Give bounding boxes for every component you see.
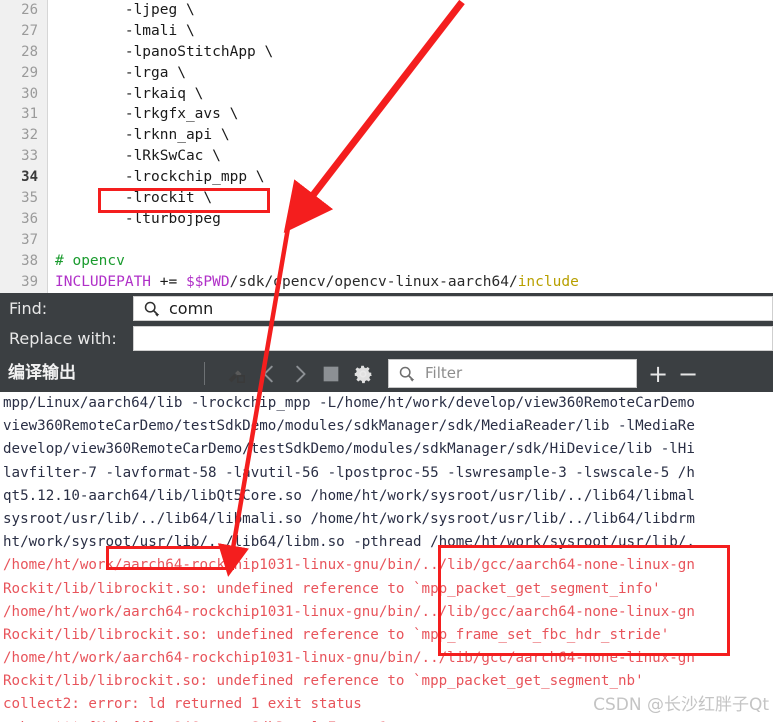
line-number: 28: [21, 43, 38, 60]
chevron-right-icon[interactable]: [289, 363, 311, 385]
code-line[interactable]: 29 -lrga \: [0, 63, 773, 84]
find-replace-bar[interactable]: Find: comn Replace with:: [0, 293, 773, 355]
chevron-left-icon[interactable]: [258, 363, 280, 385]
annotation-box-symbols: [438, 545, 730, 656]
console-line: view360RemoteCarDemo/testSdkDemo/modules…: [3, 418, 695, 435]
replace-input[interactable]: [133, 326, 773, 351]
code-lines[interactable]: 26 -ljpeg \ 27 -lmali \ 28 -lpanoStitchApp…: [0, 0, 773, 293]
code-editor[interactable]: 26 -ljpeg \ 27 -lmali \ 28 -lpanoStitchApp…: [0, 0, 773, 293]
gear-icon[interactable]: [352, 363, 374, 385]
find-row: Find: comn: [0, 294, 773, 323]
code-line[interactable]: 33 -lRkSwCac \: [0, 146, 773, 167]
csdn-watermark: CSDN @长沙红胖子Qt: [593, 695, 769, 715]
console-line: lavfilter-7 -lavformat-58 -lavutil-56 -l…: [3, 464, 695, 481]
code-line-text: -lrkaiq \: [55, 85, 204, 102]
line-number: 33: [21, 148, 38, 165]
find-input[interactable]: comn: [133, 296, 773, 321]
code-line-text: -lpanoStitchApp \: [55, 43, 274, 60]
console-line: mpp/Linux/aarch64/lib -lrockchip_mpp -L/…: [3, 395, 695, 411]
line-number: 29: [21, 64, 38, 81]
code-line[interactable]: 34 -lrockchip_mpp \: [0, 167, 773, 188]
line-number: 30: [21, 85, 38, 102]
code-line-text: -lrockchip_mpp \: [55, 169, 265, 186]
console-line: sysroot/usr/lib/../lib64/libmali.so /hom…: [3, 510, 695, 527]
code-line[interactable]: 27 -lmali \: [0, 21, 773, 42]
code-line-text: -lrknn_api \: [55, 127, 230, 144]
code-line-text: -ljpeg \: [55, 2, 195, 18]
replace-label: Replace with:: [9, 329, 117, 348]
clear-pane-icon[interactable]: [225, 363, 247, 385]
code-line[interactable]: 28 -lpanoStitchApp \: [0, 42, 773, 63]
code-line[interactable]: 26 -ljpeg \: [0, 0, 773, 21]
code-line-text: -lmali \: [55, 22, 195, 39]
line-number: 27: [21, 22, 38, 39]
code-line-text: -lrkgfx_avs \: [55, 106, 239, 123]
line-number: 38: [21, 252, 38, 269]
replace-row: Replace with:: [0, 324, 773, 353]
line-number: 32: [21, 127, 38, 144]
line-number: 39: [21, 273, 38, 290]
line-number: 34: [21, 169, 38, 186]
search-icon: [399, 366, 415, 382]
annotation-box-librockit: [106, 546, 234, 570]
console-line: qt5.12.10-aarch64/lib/libQt5Core.so /hom…: [3, 487, 695, 504]
code-line-text: -lRkSwCac \: [55, 148, 221, 165]
screenshot-root: 26 -ljpeg \ 27 -lmali \ 28 -lpanoStitchApp…: [0, 0, 773, 722]
find-label: Find:: [9, 299, 48, 318]
code-line[interactable]: 37: [0, 230, 773, 251]
filter-input[interactable]: Filter: [388, 359, 637, 388]
code-line[interactable]: 31 -lrkgfx_avs \: [0, 104, 773, 125]
console-line: make: *** [Makefile:246: testSdkDemo] Er…: [0, 717, 773, 722]
line-number: 31: [21, 106, 38, 123]
panel-title: 编译输出: [8, 363, 76, 383]
line-number: 35: [21, 190, 38, 207]
code-line[interactable]: 30 -lrkaiq \: [0, 84, 773, 105]
filter-placeholder: Filter: [425, 364, 463, 382]
line-number: 36: [21, 210, 38, 227]
code-line-text: # opencv: [55, 252, 125, 269]
code-line[interactable]: 38 # opencv: [0, 251, 773, 272]
line-number: 26: [21, 2, 38, 18]
find-input-value: comn: [169, 299, 214, 318]
annotation-box-lrockit: [98, 188, 270, 213]
zoom-in-button[interactable]: +: [648, 362, 668, 386]
zoom-out-button[interactable]: −: [678, 362, 698, 386]
code-line[interactable]: 32 -lrknn_api \: [0, 125, 773, 146]
line-number: 37: [21, 231, 38, 248]
stop-square-icon[interactable]: [320, 363, 342, 385]
search-icon: [144, 301, 160, 317]
console-line: develop/view360RemoteCarDemo/testSdkDemo…: [3, 441, 695, 458]
code-line[interactable]: 39 INCLUDEPATH += $$PWD/sdk/opencv/opencv…: [0, 272, 773, 293]
code-line-text: INCLUDEPATH += $$PWD/sdk/opencv/opencv-l…: [55, 273, 579, 290]
toolbar-separator: [204, 362, 205, 385]
output-panel-header[interactable]: 编译输出 Filter + −: [0, 355, 773, 392]
code-line-text: -lrga \: [55, 64, 186, 81]
